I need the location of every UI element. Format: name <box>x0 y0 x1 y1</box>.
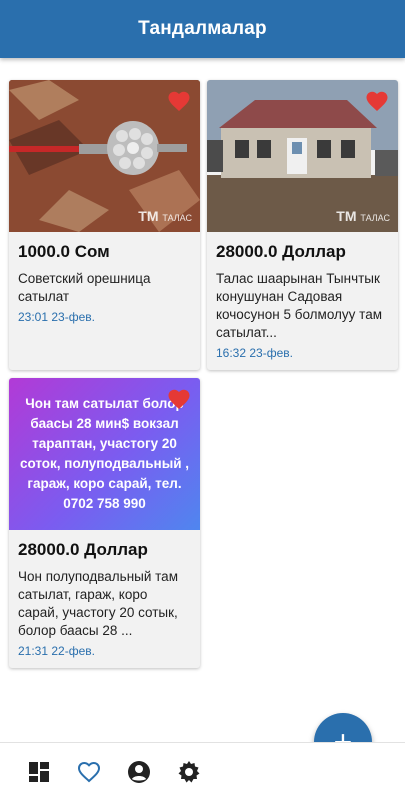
listing-image-text: Чон там сатылат болор баасы 28 мин$ вокз… <box>19 396 190 511</box>
listing-price: 28000.0 Доллар <box>216 242 346 261</box>
listing-body: 28000.0 Доллар Чон полуподвальный там са… <box>9 530 200 666</box>
listing-price: 28000.0 Доллар <box>18 540 148 559</box>
dashboard-icon <box>29 761 49 782</box>
listing-description: Чон полуподвальный там сатылат, гараж, к… <box>18 569 178 638</box>
app-bar: Тандалмалар <box>0 0 405 58</box>
nav-home[interactable] <box>14 743 64 800</box>
listing-price: 1000.0 Сом <box>18 242 110 261</box>
account-icon <box>128 760 150 783</box>
listing-description: Советский орешница сатылат <box>18 271 151 304</box>
listing-card[interactable]: TM ТАЛАС 1000.0 Сом Советский орешница с… <box>9 80 200 370</box>
nav-favorites[interactable] <box>64 743 114 800</box>
listing-image: TM ТАЛАС <box>9 80 200 232</box>
watermark: TM ТАЛАС <box>336 208 390 224</box>
listing-description: Талас шаарынан Тынчтык конушунан Садовая… <box>216 271 383 340</box>
listing-body: 1000.0 Сом Советский орешница сатылат 23… <box>9 232 200 332</box>
favorite-heart-icon[interactable] <box>365 90 389 112</box>
listing-time: 16:32 23-фев. <box>216 346 293 360</box>
favorite-heart-icon[interactable] <box>167 90 191 112</box>
listing-card[interactable]: Чон там сатылат болор баасы 28 мин$ вокз… <box>9 378 200 668</box>
settings-icon <box>178 760 200 782</box>
listing-image: Чон там сатылат болор баасы 28 мин$ вокз… <box>9 378 200 530</box>
listing-card[interactable]: TM ТАЛАС 28000.0 Доллар Талас шаарынан Т… <box>207 80 398 370</box>
app: Тандалмалар TM ТАЛАС 1000.0 Сом Советски… <box>0 0 405 800</box>
listing-time: 21:31 22-фев. <box>18 644 95 658</box>
listing-image: TM ТАЛАС <box>207 80 398 232</box>
heart-icon <box>77 761 101 782</box>
listing-time: 23:01 23-фев. <box>18 310 95 324</box>
nav-settings[interactable] <box>164 743 214 800</box>
favorite-heart-icon[interactable] <box>167 388 191 410</box>
listing-body: 28000.0 Доллар Талас шаарынан Тынчтык ко… <box>207 232 398 368</box>
page-title: Тандалмалар <box>138 18 267 39</box>
bottom-navigation <box>0 742 405 800</box>
nav-account[interactable] <box>114 743 164 800</box>
watermark: TM ТАЛАС <box>138 208 192 224</box>
